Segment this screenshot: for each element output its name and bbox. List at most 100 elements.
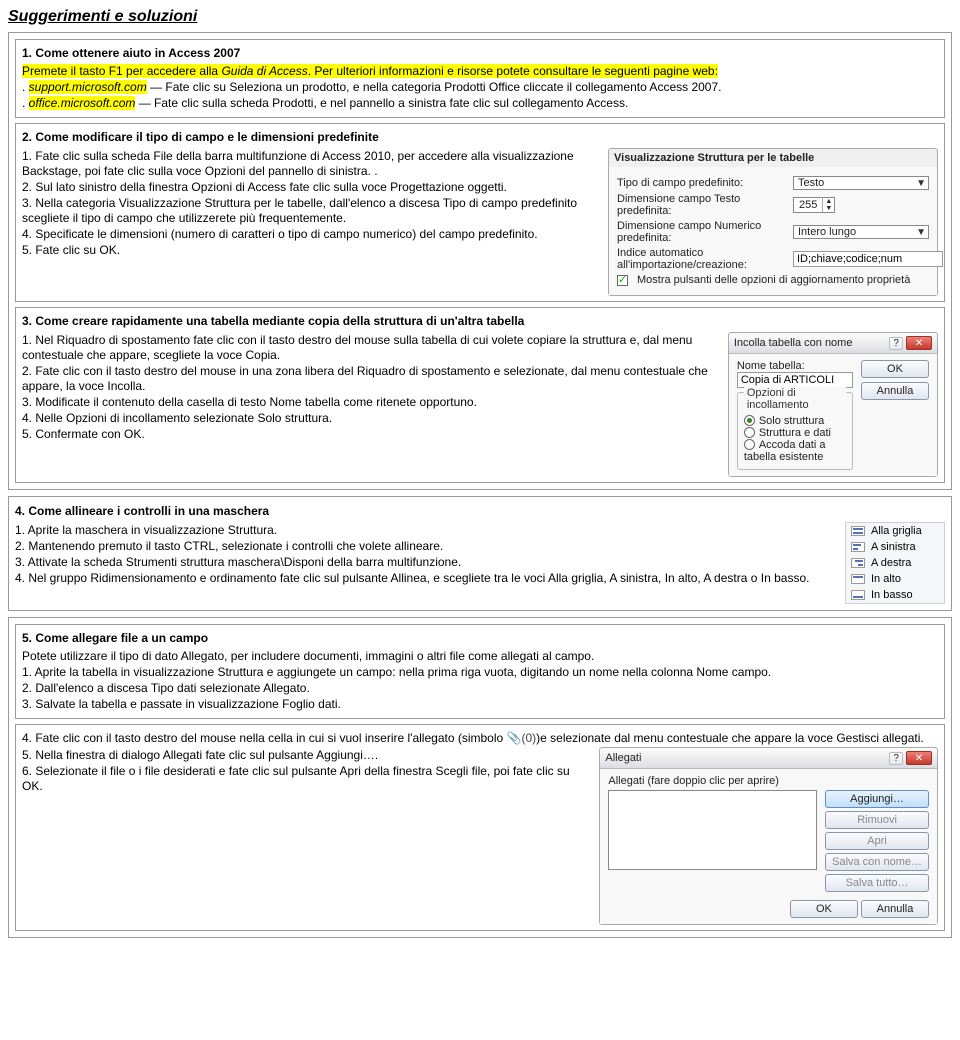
section-1-p3: . office.microsoft.com — Fate clic sulla… bbox=[22, 96, 938, 111]
s4-p3: 3. Attivate la scheda Strumenti struttur… bbox=[15, 555, 837, 570]
s6-p6: 6. Selezionate il file o i file desidera… bbox=[22, 764, 591, 794]
s6-p4b: )e selezionate dal menu contestuale che … bbox=[536, 731, 924, 745]
p1b: Guida di Access bbox=[221, 64, 307, 78]
attachments-title: Allegati bbox=[605, 752, 641, 764]
radio-structure-only[interactable] bbox=[744, 415, 755, 426]
section-1: 1. Come ottenere aiuto in Access 2007 Pr… bbox=[15, 39, 945, 118]
section-3-text: 1. Nel Riquadro di spostamento fate clic… bbox=[22, 332, 720, 443]
name-label: Nome tabella: bbox=[737, 360, 853, 372]
r3-label: Accoda dati a tabella esistente bbox=[744, 439, 826, 463]
section-5-head: 5. Come allegare file a un campo bbox=[22, 631, 938, 646]
s2-p4: 4. Specificate le dimensioni (numero di … bbox=[22, 227, 600, 242]
group-5-6: 5. Come allegare file a un campo Potete … bbox=[8, 617, 952, 938]
cancel-button[interactable]: Annulla bbox=[861, 900, 929, 918]
ok-button[interactable]: OK bbox=[790, 900, 858, 918]
paste-table-dialog: Incolla tabella con nome ? ✕ Nome tabell… bbox=[728, 332, 938, 477]
align-right-item[interactable]: A destra bbox=[846, 555, 944, 571]
options-table-design-panel: Visualizzazione Struttura per le tabelle… bbox=[608, 148, 938, 296]
attachments-titlebar: Allegati ? ✕ bbox=[600, 748, 937, 769]
save-as-button[interactable]: Salva con nome… bbox=[825, 853, 929, 871]
numeric-size-combo[interactable]: Intero lungo ▼ bbox=[793, 225, 929, 239]
attachments-label: Allegati (fare doppio clic per aprire) bbox=[608, 775, 929, 787]
f2-value: 255 bbox=[794, 199, 822, 211]
attachments-list[interactable] bbox=[608, 790, 817, 870]
s6-p4: 4. Fate clic con il tasto destro del mou… bbox=[22, 731, 938, 746]
align-grid-label: Alla griglia bbox=[871, 525, 922, 537]
default-field-type-combo[interactable]: Testo ▼ bbox=[793, 176, 929, 190]
align-bottom-item[interactable]: In basso bbox=[846, 587, 944, 603]
help-icon[interactable]: ? bbox=[889, 752, 903, 765]
align-left-item[interactable]: A sinistra bbox=[846, 539, 944, 555]
auto-index-input[interactable] bbox=[793, 251, 943, 267]
s3-p5: 5. Confermate con OK. bbox=[22, 427, 720, 442]
align-top-icon bbox=[851, 574, 865, 584]
s5-p2: 2. Dall'elenco a discesa Tipo dati selez… bbox=[22, 681, 938, 696]
dialog-titlebar: Incolla tabella con nome ? ✕ bbox=[729, 333, 937, 354]
s6-p4a: 4. Fate clic con il tasto destro del mou… bbox=[22, 731, 507, 745]
section-3: 3. Come creare rapidamente una tabella m… bbox=[15, 307, 945, 483]
radio-append[interactable] bbox=[744, 439, 755, 450]
chevron-up-icon[interactable]: ▲ bbox=[823, 198, 834, 205]
r2-label: Struttura e dati bbox=[759, 427, 831, 439]
align-right-icon bbox=[851, 558, 865, 568]
section-1-p1: Premete il tasto F1 per accedere alla Gu… bbox=[22, 64, 938, 79]
s2-p3: 3. Nella categoria Visualizzazione Strut… bbox=[22, 196, 600, 226]
close-icon[interactable]: ✕ bbox=[906, 751, 932, 765]
p1a: Premete il tasto F1 per accedere alla bbox=[22, 64, 221, 78]
section-6-text: 5. Nella finestra di dialogo Allegati fa… bbox=[22, 747, 591, 795]
paperclip-icon: 📎(0) bbox=[507, 731, 537, 745]
page-title: Suggerimenti e soluzioni bbox=[8, 8, 952, 26]
chk-label: Mostra pulsanti delle opzioni di aggiorn… bbox=[637, 274, 910, 286]
radio-structure-data[interactable] bbox=[744, 427, 755, 438]
section-5: 5. Come allegare file a un campo Potete … bbox=[15, 624, 945, 719]
section-4: 4. Come allineare i controlli in una mas… bbox=[8, 496, 952, 611]
cancel-button[interactable]: Annulla bbox=[861, 382, 929, 400]
p2a: . bbox=[22, 80, 29, 94]
f1-label: Tipo di campo predefinito: bbox=[617, 177, 787, 189]
section-6: 4. Fate clic con il tasto destro del mou… bbox=[15, 724, 945, 931]
show-update-buttons-checkbox[interactable] bbox=[617, 275, 628, 286]
add-button[interactable]: Aggiungi… bbox=[825, 790, 929, 808]
r1-label: Solo struttura bbox=[759, 415, 824, 427]
s4-p2: 2. Mantenendo premuto il tasto CTRL, sel… bbox=[15, 539, 837, 554]
align-top-label: In alto bbox=[871, 573, 901, 585]
section-2-head: 2. Come modificare il tipo di campo e le… bbox=[22, 130, 938, 145]
p1c: . Per ulteriori informazioni e risorse p… bbox=[308, 64, 718, 78]
f3-label: Dimensione campo Numerico predefinita: bbox=[617, 220, 787, 244]
align-menu: Alla griglia A sinistra A destra In alto… bbox=[845, 522, 945, 604]
align-bottom-icon bbox=[851, 590, 865, 600]
s2-p1: 1. Fate clic sulla scheda File della bar… bbox=[22, 149, 600, 179]
open-button[interactable]: Apri bbox=[825, 832, 929, 850]
attachments-dialog: Allegati ? ✕ Allegati (fare doppio clic … bbox=[599, 747, 938, 925]
align-left-icon bbox=[851, 542, 865, 552]
dialog-title: Incolla tabella con nome bbox=[734, 337, 853, 349]
text-size-spinner[interactable]: 255 ▲▼ bbox=[793, 197, 835, 213]
section-2: 2. Come modificare il tipo di campo e le… bbox=[15, 123, 945, 302]
align-grid-item[interactable]: Alla griglia bbox=[846, 523, 944, 539]
ok-button[interactable]: OK bbox=[861, 360, 929, 378]
chevron-down-icon: ▼ bbox=[916, 178, 926, 189]
section-1-head: 1. Come ottenere aiuto in Access 2007 bbox=[22, 46, 938, 61]
panel-head: Visualizzazione Struttura per le tabelle bbox=[609, 149, 937, 167]
p3c: — Fate clic sulla scheda Prodotti, e nel… bbox=[135, 96, 628, 110]
s3-p2: 2. Fate clic con il tasto destro del mou… bbox=[22, 364, 720, 394]
close-icon[interactable]: ✕ bbox=[906, 336, 932, 350]
align-right-label: A destra bbox=[871, 557, 911, 569]
hl-text: Premete il tasto F1 per accedere alla Gu… bbox=[22, 64, 718, 78]
align-bottom-label: In basso bbox=[871, 589, 913, 601]
align-top-item[interactable]: In alto bbox=[846, 571, 944, 587]
panel-title: Visualizzazione Struttura per le tabelle bbox=[614, 152, 814, 164]
help-icon[interactable]: ? bbox=[889, 337, 903, 350]
section-4-text: 1. Aprite la maschera in visualizzazione… bbox=[15, 522, 837, 587]
s4-p1: 1. Aprite la maschera in visualizzazione… bbox=[15, 523, 837, 538]
section-2-text: 1. Fate clic sulla scheda File della bar… bbox=[22, 148, 600, 259]
s3-p4: 4. Nelle Opzioni di incollamento selezio… bbox=[22, 411, 720, 426]
s3-p1: 1. Nel Riquadro di spostamento fate clic… bbox=[22, 333, 720, 363]
s5-p1: 1. Aprite la tabella in visualizzazione … bbox=[22, 665, 938, 680]
table-name-input[interactable] bbox=[737, 372, 853, 388]
section-3-head: 3. Come creare rapidamente una tabella m… bbox=[22, 314, 938, 329]
remove-button[interactable]: Rimuovi bbox=[825, 811, 929, 829]
p3a: . bbox=[22, 96, 29, 110]
save-all-button[interactable]: Salva tutto… bbox=[825, 874, 929, 892]
chevron-down-icon[interactable]: ▼ bbox=[823, 205, 834, 212]
